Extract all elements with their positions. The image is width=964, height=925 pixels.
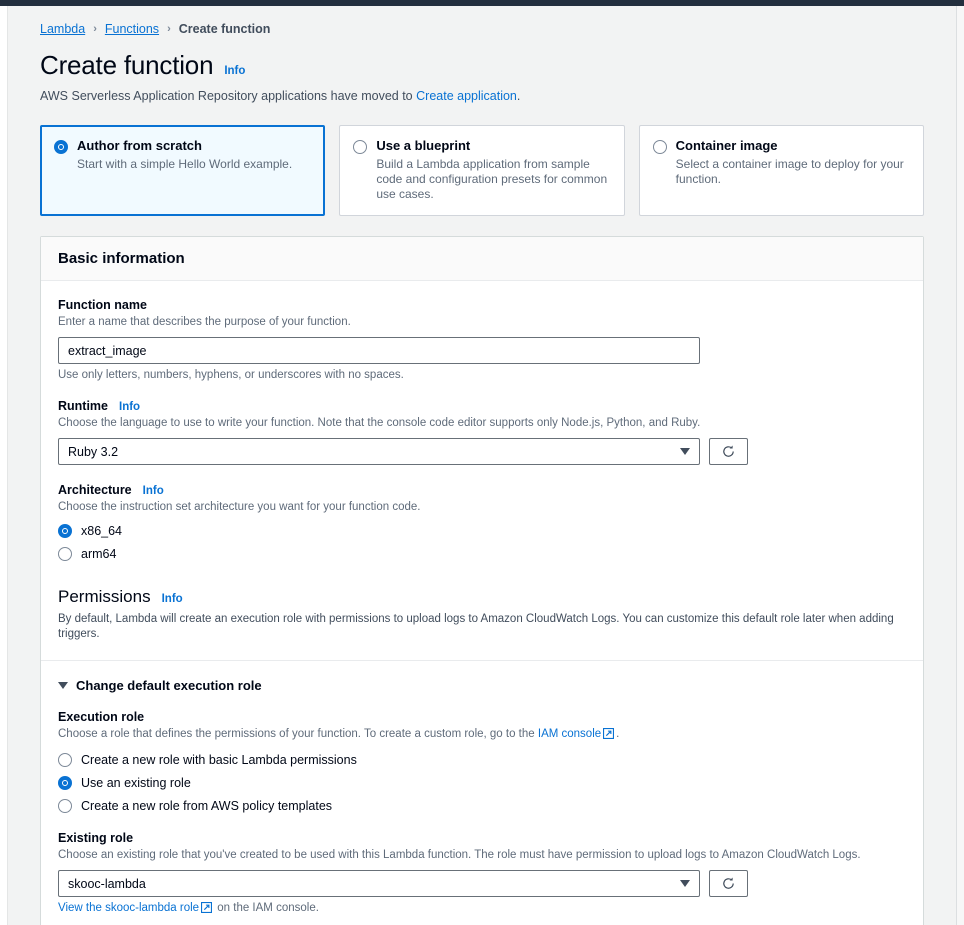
permissions-info-link[interactable]: Info — [162, 593, 183, 605]
view-role-link[interactable]: View the skooc-lambda role — [58, 902, 199, 914]
radio-x86-64[interactable] — [58, 524, 72, 538]
runtime-select[interactable]: Ruby 3.2 — [58, 438, 700, 465]
breadcrumb-separator-icon: › — [93, 23, 97, 35]
chevron-down-icon — [680, 880, 690, 887]
existing-role-description: Choose an existing role that you've crea… — [58, 849, 861, 861]
radio-create-new-role-basic[interactable] — [58, 753, 72, 767]
permissions-heading-row: Permissions Info — [58, 587, 906, 607]
execution-role-description-suffix: . — [616, 728, 620, 740]
function-name-field: Function name Enter a name that describe… — [58, 298, 906, 381]
architecture-option-label: arm64 — [81, 547, 117, 561]
architecture-description: Choose the instruction set architecture … — [58, 501, 421, 513]
function-name-label: Function name — [58, 298, 147, 312]
existing-role-field: Existing role Choose an existing role th… — [58, 831, 906, 916]
execution-role-option-label: Create a new role from AWS policy templa… — [81, 799, 333, 813]
option-card-label: Use a blueprint — [376, 138, 471, 153]
refresh-icon — [723, 877, 734, 889]
option-card-description: Build a Lambda application from sample c… — [376, 157, 608, 201]
function-name-description: Enter a name that describes the purpose … — [58, 316, 351, 328]
radio-container-image[interactable] — [652, 140, 667, 154]
page-subtitle: AWS Serverless Application Repository ap… — [40, 89, 955, 103]
page-subtitle-text: AWS Serverless Application Repository ap… — [40, 89, 417, 103]
runtime-field: Runtime Info Choose the language to use … — [58, 399, 906, 465]
external-link-icon — [603, 728, 615, 744]
option-card-use-a-blueprint[interactable]: Use a blueprint Build a Lambda applicati… — [339, 125, 625, 216]
change-default-execution-role-label: Change default execution role — [76, 678, 262, 693]
runtime-description: Choose the language to use to write your… — [58, 417, 701, 429]
basic-information-title: Basic information — [58, 250, 185, 267]
function-name-hint: Use only letters, numbers, hyphens, or u… — [58, 369, 404, 381]
aws-lambda-create-function-page: Lambda › Functions › Create function Cre… — [0, 0, 964, 925]
execution-role-label: Execution role — [58, 710, 145, 724]
breadcrumb-item-lambda[interactable]: Lambda — [40, 22, 85, 36]
page-scrollbar[interactable] — [956, 6, 964, 925]
left-edge-strip — [0, 6, 8, 925]
basic-information-panel: Basic information Function name Enter a … — [40, 236, 924, 925]
permissions-divider — [41, 660, 923, 661]
breadcrumb-item-functions[interactable]: Functions — [105, 22, 159, 36]
radio-create-new-role-templates[interactable] — [58, 799, 72, 813]
change-default-execution-role-expander[interactable]: Change default execution role — [58, 678, 906, 693]
iam-console-link[interactable]: IAM console — [538, 728, 601, 740]
runtime-selected-value: Ruby 3.2 — [68, 444, 119, 459]
architecture-field: Architecture Info Choose the instruction… — [58, 483, 906, 561]
external-link-icon — [201, 902, 213, 916]
execution-role-option-policy-templates[interactable]: Create a new role from AWS policy templa… — [58, 799, 906, 813]
create-application-link[interactable]: Create application — [416, 89, 517, 103]
page-title: Create function — [40, 50, 214, 80]
option-card-label: Author from scratch — [77, 138, 202, 153]
runtime-info-link[interactable]: Info — [119, 401, 140, 413]
page-content: Lambda › Functions › Create function Cre… — [9, 6, 955, 925]
execution-role-option-label: Use an existing role — [81, 776, 191, 790]
runtime-label: Runtime — [58, 399, 108, 413]
architecture-info-link[interactable]: Info — [143, 485, 164, 497]
architecture-label: Architecture — [58, 483, 132, 497]
existing-role-refresh-button[interactable] — [709, 870, 748, 897]
creation-option-cards: Author from scratch Start with a simple … — [9, 103, 955, 216]
breadcrumb-separator-icon: › — [167, 23, 171, 35]
architecture-option-label: x86_64 — [81, 524, 123, 538]
radio-arm64[interactable] — [58, 547, 72, 561]
breadcrumb: Lambda › Functions › Create function — [9, 6, 955, 36]
execution-role-option-label: Create a new role with basic Lambda perm… — [81, 753, 357, 767]
runtime-refresh-button[interactable] — [709, 438, 748, 465]
existing-role-label: Existing role — [58, 831, 134, 845]
execution-role-description-text: Choose a role that defines the permissio… — [58, 728, 538, 740]
page-subtitle-suffix: . — [516, 89, 521, 103]
option-card-description: Start with a simple Hello World example. — [77, 157, 293, 171]
execution-role-field: Execution role Choose a role that define… — [58, 710, 906, 813]
execution-role-option-use-existing[interactable]: Use an existing role — [58, 776, 906, 790]
option-card-description: Select a container image to deploy for y… — [675, 157, 904, 186]
function-name-input[interactable] — [58, 337, 700, 364]
page-info-link[interactable]: Info — [224, 65, 245, 77]
view-role-suffix: on the IAM console. — [217, 902, 319, 914]
architecture-option-arm64[interactable]: arm64 — [58, 547, 906, 561]
execution-role-option-create-new-basic[interactable]: Create a new role with basic Lambda perm… — [58, 753, 906, 767]
triangle-down-icon — [58, 682, 68, 689]
existing-role-select[interactable]: skooc-lambda — [58, 870, 700, 897]
permissions-title: Permissions — [58, 587, 151, 606]
basic-information-header: Basic information — [41, 237, 923, 281]
radio-use-a-blueprint[interactable] — [353, 140, 368, 154]
basic-information-body: Function name Enter a name that describe… — [41, 281, 923, 925]
architecture-option-x86-64[interactable]: x86_64 — [58, 524, 906, 538]
existing-role-view-link-row: View the skooc-lambda role on the IAM co… — [58, 902, 906, 916]
option-card-author-from-scratch[interactable]: Author from scratch Start with a simple … — [40, 125, 326, 216]
chevron-down-icon — [680, 448, 690, 455]
option-card-label: Container image — [675, 138, 778, 153]
execution-role-description: Choose a role that defines the permissio… — [58, 727, 906, 744]
existing-role-selected-value: skooc-lambda — [68, 876, 146, 891]
radio-author-from-scratch[interactable] — [54, 140, 68, 154]
radio-use-existing-role[interactable] — [58, 776, 72, 790]
permissions-description: By default, Lambda will create an execut… — [58, 613, 894, 640]
option-card-container-image[interactable]: Container image Select a container image… — [638, 125, 924, 216]
page-header: Create function Info AWS Serverless Appl… — [9, 36, 955, 103]
refresh-icon — [723, 445, 734, 457]
breadcrumb-item-create-function: Create function — [178, 22, 271, 36]
